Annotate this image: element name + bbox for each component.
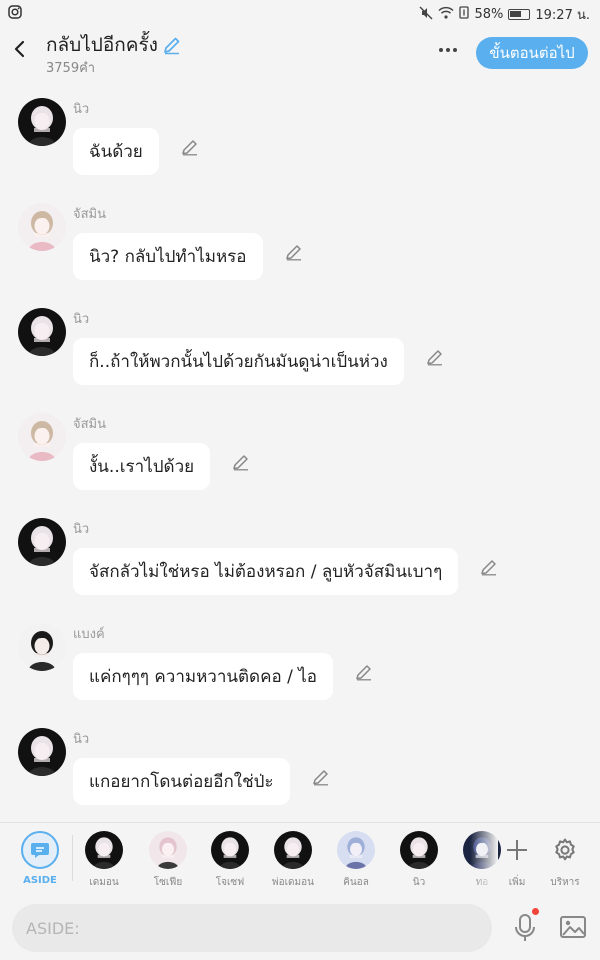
mic-button[interactable] bbox=[508, 908, 542, 948]
manage-label: บริหาร bbox=[550, 877, 580, 888]
edit-message-icon[interactable] bbox=[179, 136, 201, 158]
character-avatar bbox=[211, 831, 249, 869]
avatar[interactable] bbox=[18, 623, 66, 671]
chat-message: แบงค์ แค่กๆๆๆ ความหวานติดคอ / ไอ bbox=[0, 603, 600, 700]
story-title-text: กลับไปอีกครั้ง bbox=[46, 34, 158, 56]
insert-image-button[interactable] bbox=[556, 910, 590, 944]
chevron-left-icon bbox=[14, 40, 25, 58]
aside-avatar bbox=[21, 831, 59, 869]
plus-icon bbox=[502, 835, 532, 865]
edit-message-icon[interactable] bbox=[478, 556, 500, 578]
character-label: โซเฟีย bbox=[153, 877, 183, 888]
character-avatar bbox=[274, 831, 312, 869]
character-item[interactable]: คินอล bbox=[326, 831, 386, 893]
message-bubble[interactable]: แกอยากโดนต่อยอีกใช่ป่ะ bbox=[73, 758, 290, 805]
edit-title-icon[interactable] bbox=[162, 35, 182, 55]
more-dot bbox=[453, 48, 457, 52]
battery-percent: 58% bbox=[474, 7, 504, 22]
add-character-button[interactable]: เพิ่ม bbox=[492, 831, 542, 893]
chat-message: นิว ฉันด้วย bbox=[0, 78, 600, 175]
avatar[interactable] bbox=[18, 203, 66, 251]
back-button[interactable] bbox=[6, 34, 32, 64]
chat-message: จัสมิน งั้น..เราไปด้วย bbox=[0, 393, 600, 490]
status-bar: 58% 19:27 น. bbox=[0, 0, 600, 26]
header: กลับไปอีกครั้ง 3759คำ ขั้นตอนต่อไป bbox=[0, 26, 600, 78]
story-title[interactable]: กลับไปอีกครั้ง bbox=[46, 30, 182, 60]
gear-icon bbox=[550, 835, 580, 865]
avatar[interactable] bbox=[18, 308, 66, 356]
chat-area: นิว ฉันด้วย จัสมิน นิว? กลับไปทำไมหรอ นิ… bbox=[0, 78, 600, 822]
character-avatar bbox=[149, 831, 187, 869]
more-dot bbox=[439, 48, 443, 52]
character-aside[interactable]: ASIDE bbox=[10, 831, 70, 893]
character-label: คินอล bbox=[343, 877, 369, 888]
character-avatar bbox=[337, 831, 375, 869]
character-label: นิว bbox=[412, 877, 426, 888]
word-count: 3759คำ bbox=[46, 61, 96, 76]
edit-message-icon[interactable] bbox=[230, 451, 252, 473]
message-bubble[interactable]: จัสกลัวไม่ใช่หรอ ไม่ต้องหรอก / ลูบหัวจัส… bbox=[73, 548, 459, 595]
sender-name: จัสมิน bbox=[73, 417, 107, 432]
sender-name: แบงค์ bbox=[73, 627, 105, 642]
more-options-button[interactable] bbox=[432, 38, 464, 62]
chat-message: นิว ก็..ถ้าให้พวกนั้นไปด้วยกันมันดูน่าเป… bbox=[0, 288, 600, 385]
chat-message: จัสมิน นิว? กลับไปทำไมหรอ bbox=[0, 183, 600, 280]
character-avatar bbox=[400, 831, 438, 869]
message-bubble[interactable]: ก็..ถ้าให้พวกนั้นไปด้วยกันมันดูน่าเป็นห่… bbox=[73, 338, 404, 385]
aside-input[interactable] bbox=[12, 904, 492, 952]
character-item[interactable]: พ่อเดมอน bbox=[263, 831, 323, 893]
avatar[interactable] bbox=[18, 728, 66, 776]
sender-name: นิว bbox=[73, 732, 90, 747]
message-bubble[interactable]: แค่กๆๆๆ ความหวานติดคอ / ไอ bbox=[73, 653, 333, 700]
edit-message-icon[interactable] bbox=[424, 346, 446, 368]
strip-divider bbox=[72, 835, 73, 881]
instagram-icon bbox=[8, 5, 22, 23]
character-label: เดมอน bbox=[89, 877, 119, 888]
chat-bubble-icon bbox=[31, 843, 49, 858]
sender-name: จัสมิน bbox=[73, 207, 107, 222]
avatar[interactable] bbox=[18, 518, 66, 566]
data-saver-icon bbox=[459, 6, 470, 23]
character-item[interactable]: โซเฟีย bbox=[138, 831, 198, 893]
manage-characters-button[interactable]: บริหาร bbox=[540, 831, 590, 893]
next-step-button[interactable]: ขั้นตอนต่อไป bbox=[476, 37, 588, 69]
edit-message-icon[interactable] bbox=[310, 766, 332, 788]
character-item[interactable]: นิว bbox=[389, 831, 449, 893]
add-label: เพิ่ม bbox=[508, 877, 526, 888]
wifi-icon bbox=[438, 6, 454, 23]
mute-icon bbox=[419, 6, 433, 24]
character-label: พ่อเดมอน bbox=[272, 877, 314, 888]
avatar[interactable] bbox=[18, 413, 66, 461]
character-item[interactable]: เดมอน bbox=[74, 831, 134, 893]
sender-name: นิว bbox=[73, 102, 90, 117]
battery-icon bbox=[508, 9, 531, 20]
edit-message-icon[interactable] bbox=[283, 241, 305, 263]
character-strip: ASIDE เดมอน โซเฟีย โจเซฟ พ่อเดมอน คินอล … bbox=[0, 822, 600, 894]
character-item[interactable]: โจเซฟ bbox=[200, 831, 260, 893]
chat-message: นิว จัสกลัวไม่ใช่หรอ ไม่ต้องหรอก / ลูบหั… bbox=[0, 498, 600, 595]
message-bubble[interactable]: นิว? กลับไปทำไมหรอ bbox=[73, 233, 263, 280]
character-label: ASIDE bbox=[23, 875, 57, 886]
message-bubble[interactable]: ฉันด้วย bbox=[73, 128, 159, 175]
character-label: โจเซฟ bbox=[215, 877, 245, 888]
more-dot bbox=[446, 48, 450, 52]
image-icon bbox=[560, 916, 586, 938]
message-bubble[interactable]: งั้น..เราไปด้วย bbox=[73, 443, 211, 490]
sender-name: นิว bbox=[73, 522, 90, 537]
sender-name: นิว bbox=[73, 312, 90, 327]
avatar[interactable] bbox=[18, 98, 66, 146]
character-avatar bbox=[85, 831, 123, 869]
chat-message: นิว แกอยากโดนต่อยอีกใช่ป่ะ bbox=[0, 708, 600, 805]
edit-message-icon[interactable] bbox=[353, 661, 375, 683]
clock: 19:27 น. bbox=[535, 8, 590, 23]
input-bar bbox=[0, 894, 600, 960]
recording-dot bbox=[532, 908, 539, 915]
mic-icon bbox=[515, 914, 535, 941]
